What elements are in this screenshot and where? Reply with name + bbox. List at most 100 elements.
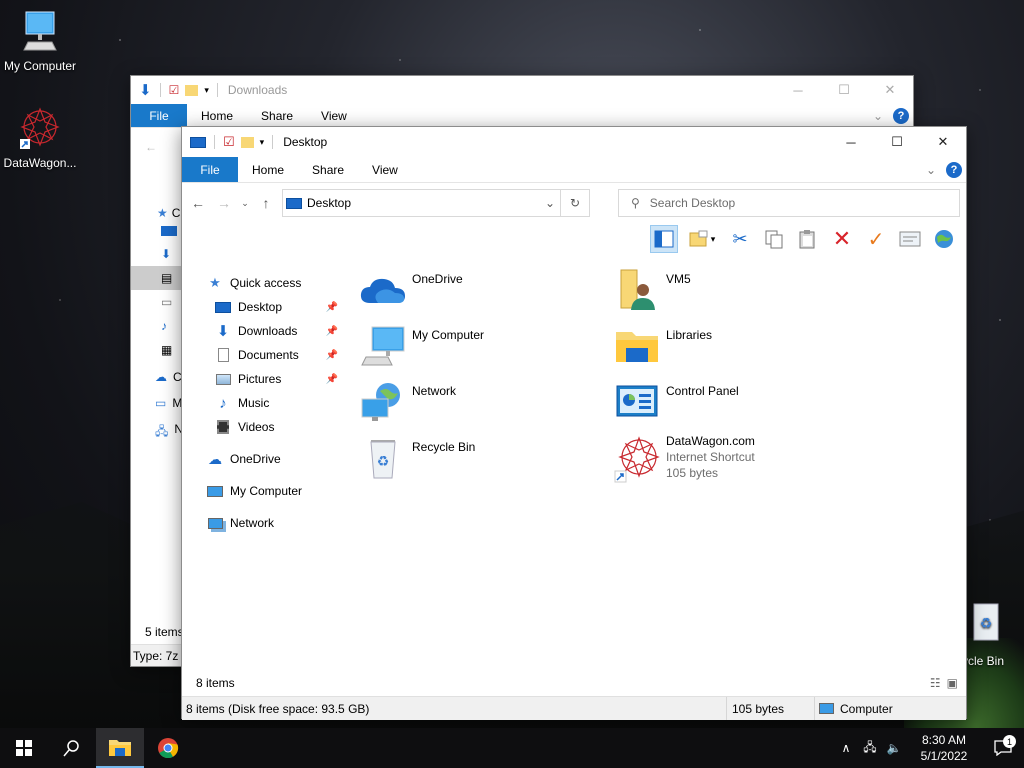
rename-button[interactable]: ✓ [862,225,890,253]
help-icon[interactable]: ? [893,107,909,124]
details-view-icon[interactable]: ☷ [930,676,941,690]
tab-share[interactable]: Share [247,104,307,127]
properties-icon[interactable]: ☑ [223,134,235,150]
navigation-pane-button[interactable] [650,225,678,253]
file-item-recycle-bin[interactable]: ♻ Recycle Bin [358,435,598,485]
help-icon[interactable]: ? [946,161,962,178]
globe-button[interactable] [930,225,958,253]
close-button[interactable]: ✕ [867,76,913,104]
desktop-titlebar[interactable]: ☑ ▾ Desktop ─ ☐ ✕ [182,127,966,157]
tab-home[interactable]: Home [187,104,247,127]
delete-button[interactable]: ✕ [828,225,856,253]
nav-my-computer[interactable]: My Computer [182,479,344,503]
minimize-button[interactable]: ─ [828,127,874,157]
qa-dropdown-icon[interactable]: ▾ [204,85,209,96]
nav-item[interactable]: 🖧 N [131,422,183,443]
clock[interactable]: 8:30 AM 5/1/2022 [906,732,982,764]
file-item-network[interactable]: Network [358,379,598,429]
windows-logo-icon [16,740,32,756]
paste-button[interactable] [794,225,822,253]
minimize-button[interactable]: ─ [775,76,821,104]
nav-item[interactable]: ☁ C [131,370,182,384]
maximize-button[interactable]: ☐ [874,127,920,157]
taskbar-file-explorer[interactable] [96,728,144,768]
start-button[interactable] [0,728,48,768]
maximize-button[interactable]: ☐ [821,76,867,104]
pin-icon[interactable]: 📌 [326,326,338,337]
file-item-vm5[interactable]: VM5 [612,267,852,317]
tab-file[interactable]: File [131,104,187,127]
desktop-icon-my-computer[interactable]: My Computer [0,10,80,73]
videos-icon: ▦ [161,343,173,357]
nav-item-pictures[interactable]: Pictures 📌 [182,367,344,391]
volume-icon[interactable]: 🔈 [882,741,906,755]
window-title: Downloads [227,83,288,97]
system-tray: ∧ 🖧 🔈 8:30 AM 5/1/2022 1 [834,728,1024,768]
onedrive-icon [360,278,405,303]
search-button[interactable] [48,728,96,768]
pin-icon[interactable]: 📌 [326,302,338,313]
tab-share[interactable]: Share [298,157,358,182]
search-placeholder: Search Desktop [649,196,736,210]
taskbar-chrome[interactable] [144,728,192,768]
status-bar: 8 items (Disk free space: 93.5 GB) 105 b… [182,696,966,720]
address-bar[interactable]: Desktop ⌄ [282,189,561,217]
file-item-datawagon[interactable]: DataWagon.com Internet Shortcut 105 byte… [612,429,852,489]
documents-icon [214,348,232,362]
forward-button[interactable]: → [214,195,234,211]
file-name: Libraries [666,328,713,342]
nav-network[interactable]: Network [182,511,344,535]
network-status-icon[interactable]: 🖧 [858,738,882,759]
refresh-button[interactable]: ↻ [561,189,590,217]
ribbon-expand-icon[interactable]: ⌄ [926,163,936,177]
nav-item-downloads[interactable]: ⬇ Downloads 📌 [182,319,344,343]
desktop-window[interactable]: ☑ ▾ Desktop ─ ☐ ✕ File Home Share View ⌄… [181,126,967,720]
file-item-onedrive[interactable]: OneDrive [358,267,598,317]
datawagon-shortcut-icon [20,107,60,149]
tab-file[interactable]: File [182,157,238,182]
copy-button[interactable] [760,225,788,253]
new-folder-icon[interactable] [185,84,199,96]
pin-icon[interactable]: 📌 [326,350,338,361]
nav-item-documents[interactable]: Documents 📌 [182,343,344,367]
nav-item-music[interactable]: ♪ Music [182,391,344,415]
nav-item-desktop[interactable]: Desktop 📌 [182,295,344,319]
libraries-icon [616,332,658,362]
search-input[interactable]: ⚲ Search Desktop [618,189,960,217]
star-icon: ★ [209,275,221,290]
address-dropdown-icon[interactable]: ⌄ [540,196,560,210]
svg-text:♻: ♻ [980,615,993,631]
properties-button[interactable] [896,225,924,253]
tab-view[interactable]: View [307,104,361,127]
large-icons-view-icon[interactable]: ▣ [947,676,958,690]
tab-home[interactable]: Home [238,157,298,182]
new-folder-icon[interactable] [240,136,254,148]
nav-item[interactable]: ★ C [131,206,181,220]
recent-locations-button[interactable]: ⌄ [240,198,250,209]
pin-icon[interactable]: 📌 [326,374,338,385]
desktop-icon-label: My Computer [3,59,77,73]
nav-item[interactable]: ▭ M [131,396,182,410]
desktop-icon-label: DataWagon... [3,156,77,170]
show-hidden-icons-icon[interactable]: ∧ [834,741,858,755]
new-folder-dropdown[interactable]: ▾ [684,225,720,253]
close-button[interactable]: ✕ [920,127,966,157]
up-button[interactable]: ↑ [256,195,276,211]
copy-icon [765,230,783,249]
file-item-control-panel[interactable]: Control Panel [612,379,852,429]
tab-view[interactable]: View [358,157,412,182]
properties-icon[interactable]: ☑ [169,83,180,97]
ribbon-expand-icon[interactable]: ⌄ [873,109,883,123]
file-item-libraries[interactable]: Libraries [612,323,852,373]
file-item-my-computer[interactable]: My Computer [358,323,598,373]
downloads-titlebar[interactable]: ⬇ ☑ ▾ Downloads ─ ☐ ✕ [131,76,913,104]
action-center-button[interactable]: 1 [982,735,1024,756]
music-icon: ♪ [219,394,227,412]
cut-button[interactable]: ✂ [726,225,754,253]
desktop-icon-datawagon[interactable]: DataWagon... [0,105,80,170]
nav-item-videos[interactable]: Videos [182,415,344,439]
qa-dropdown-icon[interactable]: ▾ [260,137,265,148]
nav-quick-access[interactable]: ★ Quick access [182,271,344,295]
back-button[interactable]: ← [188,195,208,211]
nav-onedrive[interactable]: ☁ OneDrive [182,447,344,471]
